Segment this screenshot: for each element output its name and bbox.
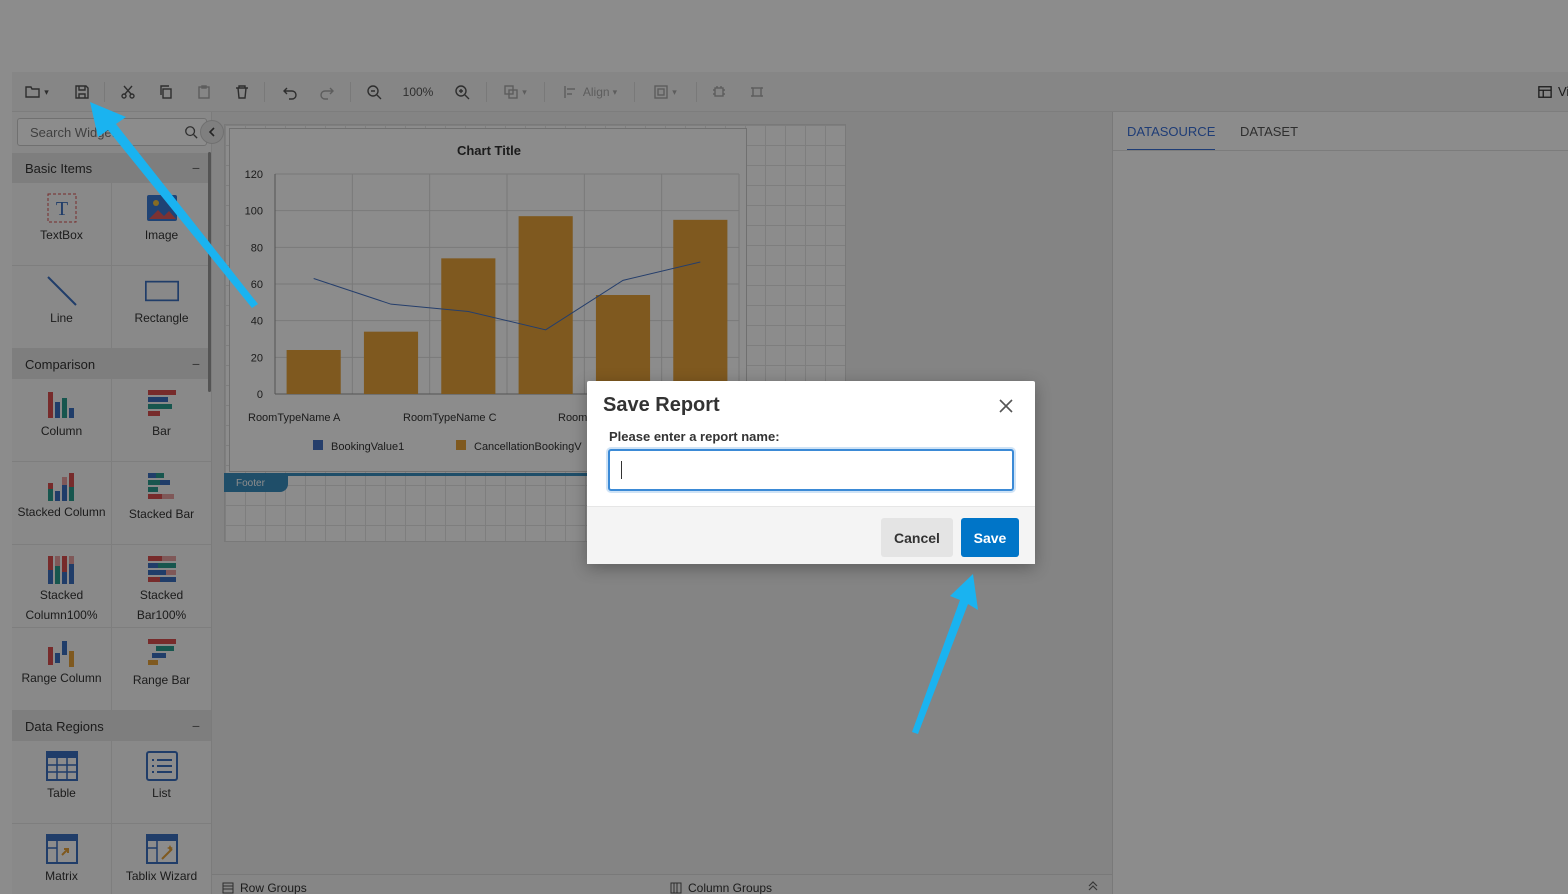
annotation-arrows (90, 102, 978, 734)
arrow-to-save-toolbar (90, 102, 258, 308)
arrow-to-save-button (912, 574, 978, 734)
